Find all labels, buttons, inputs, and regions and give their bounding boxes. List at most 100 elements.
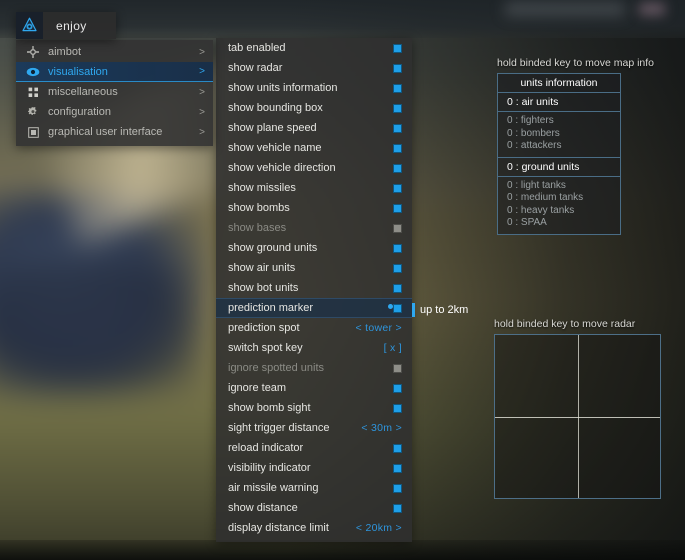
option-row[interactable]: prediction spot < tower >	[216, 318, 412, 338]
units-information-header: units information	[498, 74, 620, 93]
option-row[interactable]: visibility indicator	[216, 458, 412, 478]
option-label: show units information	[228, 82, 338, 94]
option-row[interactable]: show distance	[216, 498, 412, 518]
units-information-overlay: hold binded key to move map info units i…	[497, 57, 654, 235]
option-value[interactable]: [ x ]	[384, 342, 402, 354]
option-row[interactable]: display distance limit < 20km >	[216, 518, 412, 538]
chevron-right-icon: >	[199, 126, 205, 138]
option-label: show radar	[228, 62, 283, 74]
option-label: show ground units	[228, 242, 318, 254]
option-label: tab enabled	[228, 42, 286, 54]
option-label: visibility indicator	[228, 462, 311, 474]
option-label: display distance limit	[228, 522, 329, 534]
option-row[interactable]: show vehicle name	[216, 138, 412, 158]
option-value[interactable]: < 30m >	[361, 422, 402, 434]
chevron-right-icon: >	[199, 66, 205, 77]
option-row[interactable]: tab enabled	[216, 38, 412, 58]
sidebar-item-configuration[interactable]: configuration >	[16, 102, 213, 122]
game-bottom-strip	[0, 540, 685, 560]
grid-icon	[26, 85, 40, 99]
sidebar-item-aimbot[interactable]: aimbot >	[16, 42, 213, 62]
option-row[interactable]: show radar	[216, 58, 412, 78]
option-row[interactable]: prediction marker	[216, 298, 412, 318]
option-checkbox[interactable]	[393, 43, 402, 53]
sidebar-item-label: miscellaneous	[48, 86, 118, 98]
sidebar-menu: aimbot > visualisation > miscellaneous >	[16, 40, 213, 146]
option-checkbox[interactable]	[393, 263, 402, 273]
option-row[interactable]: reload indicator	[216, 438, 412, 458]
option-checkbox[interactable]	[393, 483, 402, 493]
option-checkbox[interactable]	[393, 383, 402, 393]
chevron-right-icon: >	[199, 106, 205, 118]
list-item: 0 : bombers	[507, 127, 560, 139]
option-label: ignore spotted units	[228, 362, 325, 374]
option-label: show bases	[228, 222, 287, 234]
option-row[interactable]: show vehicle direction	[216, 158, 412, 178]
radar-box[interactable]	[494, 334, 661, 499]
option-row[interactable]: show bounding box	[216, 98, 412, 118]
slider-hint-text: up to 2km	[420, 304, 469, 316]
option-label: show distance	[228, 502, 298, 514]
option-row[interactable]: show bases	[216, 218, 412, 238]
option-checkbox[interactable]	[393, 83, 402, 93]
sidebar-item-label: graphical user interface	[48, 126, 163, 138]
option-checkbox[interactable]	[393, 143, 402, 153]
option-row[interactable]: show bot units	[216, 278, 412, 298]
option-label: ignore team	[228, 382, 287, 394]
option-checkbox[interactable]	[393, 503, 402, 513]
slider-handle[interactable]	[412, 303, 415, 317]
sidebar-item-label: visualisation	[48, 65, 108, 78]
option-row[interactable]: ignore team	[216, 378, 412, 398]
option-row[interactable]: switch spot key [ x ]	[216, 338, 412, 358]
sidebar-item-graphical-user-interface[interactable]: graphical user interface >	[16, 122, 213, 142]
option-label: prediction marker	[228, 302, 313, 314]
option-row[interactable]: show bomb sight	[216, 398, 412, 418]
option-checkbox[interactable]	[393, 283, 402, 293]
option-checkbox[interactable]	[393, 363, 402, 373]
option-row[interactable]: sight trigger distance < 30m >	[216, 418, 412, 438]
visualisation-options-panel: tab enabled show radar show units informat…	[216, 38, 412, 542]
option-checkbox[interactable]	[393, 243, 402, 253]
option-row[interactable]: show plane speed	[216, 118, 412, 138]
option-checkbox[interactable]	[393, 443, 402, 453]
option-value[interactable]: < tower >	[356, 322, 402, 334]
sidebar-item-miscellaneous[interactable]: miscellaneous >	[16, 82, 213, 102]
option-checkbox[interactable]	[393, 63, 402, 73]
option-label: show bot units	[228, 282, 299, 294]
option-row[interactable]: air missile warning	[216, 478, 412, 498]
crosshair-icon	[26, 45, 40, 59]
option-row[interactable]: show units information	[216, 78, 412, 98]
list-item: 0 : fighters	[507, 115, 554, 126]
option-label: sight trigger distance	[228, 422, 330, 434]
option-row[interactable]: show missiles	[216, 178, 412, 198]
list-item: 0 : SPAA	[507, 217, 547, 228]
option-value[interactable]: < 20km >	[356, 522, 402, 534]
shield-logo-icon	[16, 12, 43, 39]
option-checkbox[interactable]	[393, 123, 402, 133]
option-checkbox[interactable]	[393, 223, 402, 233]
sidebar-item-visualisation[interactable]: visualisation >	[16, 62, 213, 82]
option-row[interactable]: show ground units	[216, 238, 412, 258]
option-row[interactable]: ignore spotted units	[216, 358, 412, 378]
option-label: show bombs	[228, 202, 290, 214]
option-checkbox[interactable]	[393, 463, 402, 473]
option-checkbox[interactable]	[393, 403, 402, 413]
option-checkbox[interactable]	[393, 103, 402, 113]
sidebar-item-label: aimbot	[48, 46, 82, 58]
option-row[interactable]: show air units	[216, 258, 412, 278]
option-checkbox[interactable]	[393, 163, 402, 173]
window-icon	[26, 125, 40, 139]
app-title-chip: enjoy	[16, 12, 116, 39]
game-top-bar-marker	[639, 3, 665, 15]
option-row[interactable]: show bombs	[216, 198, 412, 218]
option-checkbox[interactable]	[393, 183, 402, 193]
option-label: show air units	[228, 262, 296, 274]
eye-icon	[26, 65, 40, 79]
option-checkbox[interactable]	[393, 203, 402, 213]
option-label: air missile warning	[228, 482, 319, 494]
option-label: show missiles	[228, 182, 296, 194]
units-information-box[interactable]: units information 0 : air units 0 : figh…	[497, 73, 621, 235]
option-checkbox[interactable]	[393, 303, 402, 313]
gear-icon	[26, 105, 40, 119]
ground-units-total: 0 : ground units	[498, 158, 620, 177]
